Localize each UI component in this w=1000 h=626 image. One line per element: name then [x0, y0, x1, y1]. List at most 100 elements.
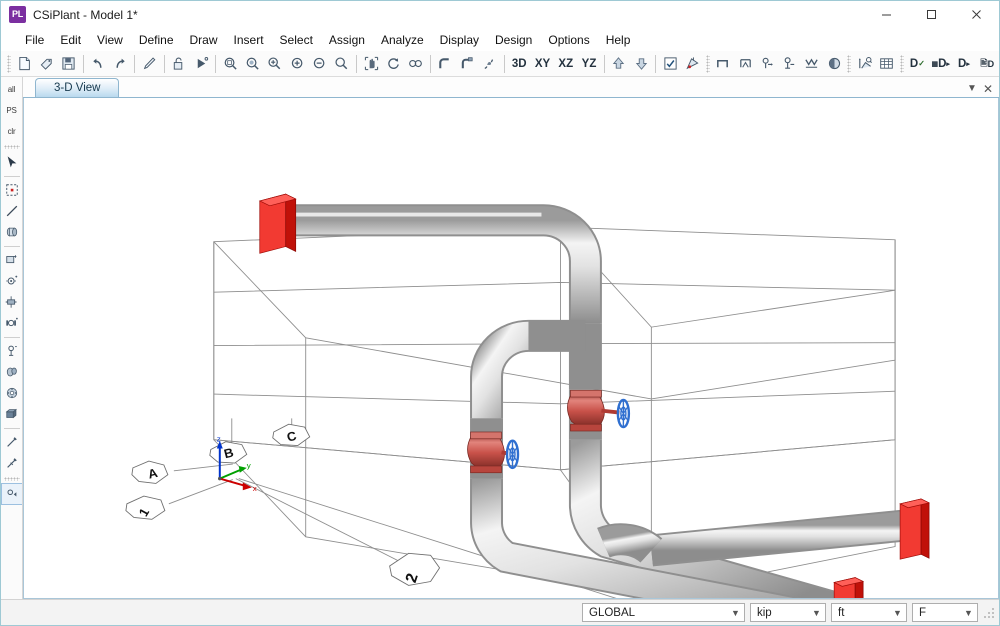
draw-line-icon[interactable] — [2, 201, 22, 221]
anchor-support-top-left[interactable] — [260, 194, 296, 253]
menu-draw[interactable]: Draw — [182, 31, 226, 49]
menu-display[interactable]: Display — [432, 31, 487, 49]
valve-icon[interactable] — [2, 362, 22, 382]
open-file-icon[interactable] — [35, 52, 57, 75]
side-toolbar-drag-handle-2[interactable] — [4, 477, 20, 481]
draw-reducer-icon[interactable] — [2, 250, 22, 270]
tee-icon[interactable] — [456, 52, 478, 75]
unlock-icon[interactable] — [168, 52, 190, 75]
rotate-icon[interactable] — [382, 52, 404, 75]
clear-selection-tool[interactable]: clr — [2, 121, 22, 141]
toolbar-drag-handle[interactable] — [7, 55, 11, 73]
move-up-icon[interactable] — [608, 52, 630, 75]
table-icon[interactable] — [876, 52, 898, 75]
support-anchor-icon[interactable] — [712, 52, 734, 75]
support-point-icon[interactable] — [2, 271, 22, 291]
support-spring-icon[interactable] — [756, 52, 778, 75]
zoom-previous-icon[interactable] — [286, 52, 308, 75]
draw-pipe-icon[interactable] — [2, 222, 22, 242]
view-yz-button[interactable]: YZ — [577, 52, 600, 75]
menu-define[interactable]: Define — [131, 31, 182, 49]
move-down-icon[interactable] — [630, 52, 652, 75]
redo-icon[interactable] — [109, 52, 131, 75]
new-file-icon[interactable] — [13, 52, 35, 75]
support-anchor-icon[interactable] — [2, 292, 22, 312]
select-previous-tool[interactable]: PS — [2, 100, 22, 120]
side-toolbar-drag-handle[interactable] — [4, 145, 20, 149]
design-run-button[interactable]: D▸ — [952, 52, 975, 75]
assign-load-icon[interactable] — [2, 453, 22, 473]
perspective-icon[interactable] — [404, 52, 426, 75]
chevron-down-icon[interactable]: ▼ — [960, 608, 977, 618]
save-icon[interactable] — [57, 52, 79, 75]
3d-model-canvas[interactable]: A B C 1 — [24, 98, 998, 598]
anchor-support-right-lower[interactable] — [834, 578, 863, 598]
chevron-down-icon[interactable]: ▼ — [967, 84, 977, 94]
draw-pencil-icon[interactable] — [138, 52, 160, 75]
pan-icon[interactable] — [360, 52, 382, 75]
temperature-units-dropdown[interactable]: F ▼ — [912, 603, 978, 622]
support-restraint-icon[interactable] — [2, 341, 22, 361]
minimize-button[interactable] — [864, 1, 909, 29]
chevron-down-icon[interactable]: ▼ — [889, 608, 906, 618]
menu-edit[interactable]: Edit — [52, 31, 89, 49]
resize-grip[interactable] — [983, 607, 995, 619]
valve-upper[interactable] — [567, 390, 628, 431]
menu-options[interactable]: Options — [540, 31, 597, 49]
menu-design[interactable]: Design — [487, 31, 540, 49]
flange-icon[interactable] — [2, 383, 22, 403]
design-start-button[interactable]: ▦D▸ — [929, 52, 952, 75]
run-analysis-icon[interactable] — [190, 52, 212, 75]
menu-insert[interactable]: Insert — [226, 31, 272, 49]
grid-bubble-1[interactable]: 1 — [126, 496, 165, 519]
menu-help[interactable]: Help — [598, 31, 639, 49]
design-check-button[interactable]: D✓ — [906, 52, 929, 75]
assign-icon[interactable] — [681, 52, 703, 75]
menu-analyze[interactable]: Analyze — [373, 31, 432, 49]
elbow-icon[interactable] — [434, 52, 456, 75]
select-all-tool[interactable]: all — [2, 79, 22, 99]
zoom-window-icon[interactable] — [241, 52, 263, 75]
undo-icon[interactable] — [87, 52, 109, 75]
zoom-out-icon[interactable] — [308, 52, 330, 75]
select-box-icon[interactable] — [2, 180, 22, 200]
zoom-full-icon[interactable] — [331, 52, 353, 75]
length-units-dropdown[interactable]: ft ▼ — [831, 603, 907, 622]
close-button[interactable] — [954, 1, 999, 29]
close-icon[interactable]: ✕ — [983, 83, 993, 95]
view-xy-button[interactable]: XY — [531, 52, 554, 75]
grid-bubble-A[interactable]: A — [132, 461, 168, 483]
3d-viewport[interactable]: A B C 1 — [23, 98, 999, 599]
tab-3d-view[interactable]: 3-D View — [35, 78, 119, 97]
anchor-support-right-upper[interactable] — [900, 499, 929, 559]
view-xz-button[interactable]: XZ — [554, 52, 577, 75]
grid-bubble-C[interactable]: C — [273, 424, 310, 445]
menu-assign[interactable]: Assign — [321, 31, 373, 49]
chevron-down-icon[interactable]: ▼ — [808, 608, 825, 618]
force-units-dropdown[interactable]: kip ▼ — [750, 603, 826, 622]
extrude-icon[interactable] — [2, 404, 22, 424]
chevron-down-icon[interactable]: ▼ — [727, 608, 744, 618]
design-report-button[interactable]: 🖹D — [976, 52, 999, 75]
joint-icon[interactable] — [478, 52, 500, 75]
menu-file[interactable]: File — [17, 31, 52, 49]
support-guide-icon[interactable] — [2, 313, 22, 333]
menu-view[interactable]: View — [89, 31, 131, 49]
menu-select[interactable]: Select — [272, 31, 321, 49]
grid-bubble-2[interactable]: 2 — [390, 553, 440, 585]
check-icon[interactable] — [659, 52, 681, 75]
coordinate-system-dropdown[interactable]: GLOBAL ▼ — [582, 603, 745, 622]
valve-icon[interactable] — [823, 52, 845, 75]
support-guide-icon[interactable] — [734, 52, 756, 75]
valve-lower[interactable] — [468, 432, 518, 473]
support-rest-icon[interactable] — [801, 52, 823, 75]
support-rod-icon[interactable] — [779, 52, 801, 75]
pointer-select-icon[interactable] — [2, 152, 22, 172]
view-3d-button[interactable]: 3D — [508, 52, 531, 75]
grid-bubble-B[interactable]: B — [210, 442, 247, 463]
settings-icon[interactable] — [2, 484, 22, 504]
zoom-in-icon[interactable] — [264, 52, 286, 75]
maximize-button[interactable] — [909, 1, 954, 29]
zoom-box-icon[interactable] — [219, 52, 241, 75]
assign-support-icon[interactable] — [2, 432, 22, 452]
